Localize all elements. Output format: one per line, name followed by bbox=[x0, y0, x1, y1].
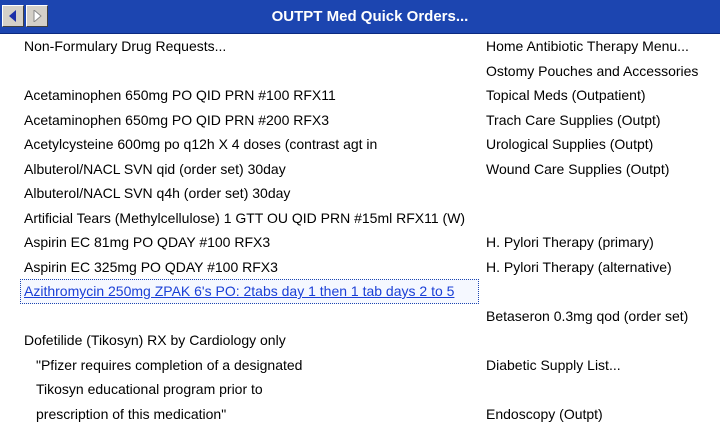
left-order-item[interactable]: Tikosyn educational program prior to bbox=[24, 377, 479, 402]
left-order-item[interactable]: Artificial Tears (Methylcellulose) 1 GTT… bbox=[24, 206, 479, 231]
left-order-item[interactable]: Non-Formulary Drug Requests... bbox=[24, 34, 479, 59]
left-order-item[interactable]: Albuterol/NACL SVN qid (order set) 30day bbox=[24, 157, 479, 182]
left-order-item[interactable]: Acetaminophen 650mg PO QID PRN #100 RFX1… bbox=[24, 83, 479, 108]
left-order-item[interactable]: Aspirin EC 81mg PO QDAY #100 RFX3 bbox=[24, 230, 479, 255]
left-order-item[interactable]: Dofetilide (Tikosyn) RX by Cardiology on… bbox=[24, 328, 479, 353]
right-order-item[interactable]: Betaseron 0.3mg qod (order set) bbox=[486, 304, 716, 329]
left-order-item[interactable]: Acetylcysteine 600mg po q12h X 4 doses (… bbox=[24, 132, 479, 157]
right-spacer bbox=[486, 279, 716, 304]
left-spacer bbox=[24, 304, 479, 329]
left-spacer bbox=[24, 59, 479, 84]
right-order-item[interactable]: Wound Care Supplies (Outpt) bbox=[486, 157, 716, 182]
right-order-item[interactable]: Home Antibiotic Therapy Menu... bbox=[486, 34, 716, 59]
title-bar: OUTPT Med Quick Orders... bbox=[0, 0, 720, 34]
right-order-item[interactable]: Endoscopy (Outpt) bbox=[486, 402, 716, 427]
left-order-item[interactable]: Albuterol/NACL SVN q4h (order set) 30day bbox=[24, 181, 479, 206]
left-order-selected[interactable]: Azithromycin 250mg ZPAK 6's PO: 2tabs da… bbox=[20, 279, 479, 304]
right-spacer bbox=[486, 206, 716, 231]
left-order-item[interactable]: "Pfizer requires completion of a designa… bbox=[24, 353, 479, 378]
right-order-item[interactable]: Topical Meds (Outpatient) bbox=[486, 83, 716, 108]
left-column: Non-Formulary Drug Requests... Acetaminop… bbox=[20, 34, 479, 427]
right-spacer bbox=[486, 328, 716, 353]
right-order-item[interactable]: H. Pylori Therapy (primary) bbox=[486, 230, 716, 255]
right-order-item[interactable]: Diabetic Supply List... bbox=[486, 353, 716, 378]
right-column: Home Antibiotic Therapy Menu... Ostomy Po… bbox=[486, 34, 716, 426]
right-order-item[interactable]: Ostomy Pouches and Accessories bbox=[486, 59, 716, 84]
right-order-item[interactable]: Trach Care Supplies (Outpt) bbox=[486, 108, 716, 133]
left-order-item[interactable]: Aspirin EC 325mg PO QDAY #100 RFX3 bbox=[24, 255, 479, 280]
left-order-item[interactable]: Acetaminophen 650mg PO QID PRN #200 RFX3 bbox=[24, 108, 479, 133]
right-order-item[interactable]: H. Pylori Therapy (alternative) bbox=[486, 255, 716, 280]
left-order-item[interactable]: prescription of this medication" bbox=[24, 402, 479, 427]
right-spacer bbox=[486, 377, 716, 402]
right-spacer bbox=[486, 181, 716, 206]
quick-orders-list: Non-Formulary Drug Requests... Acetaminop… bbox=[0, 33, 720, 440]
window-title: OUTPT Med Quick Orders... bbox=[271, 8, 469, 25]
right-order-item[interactable]: Urological Supplies (Outpt) bbox=[486, 132, 716, 157]
